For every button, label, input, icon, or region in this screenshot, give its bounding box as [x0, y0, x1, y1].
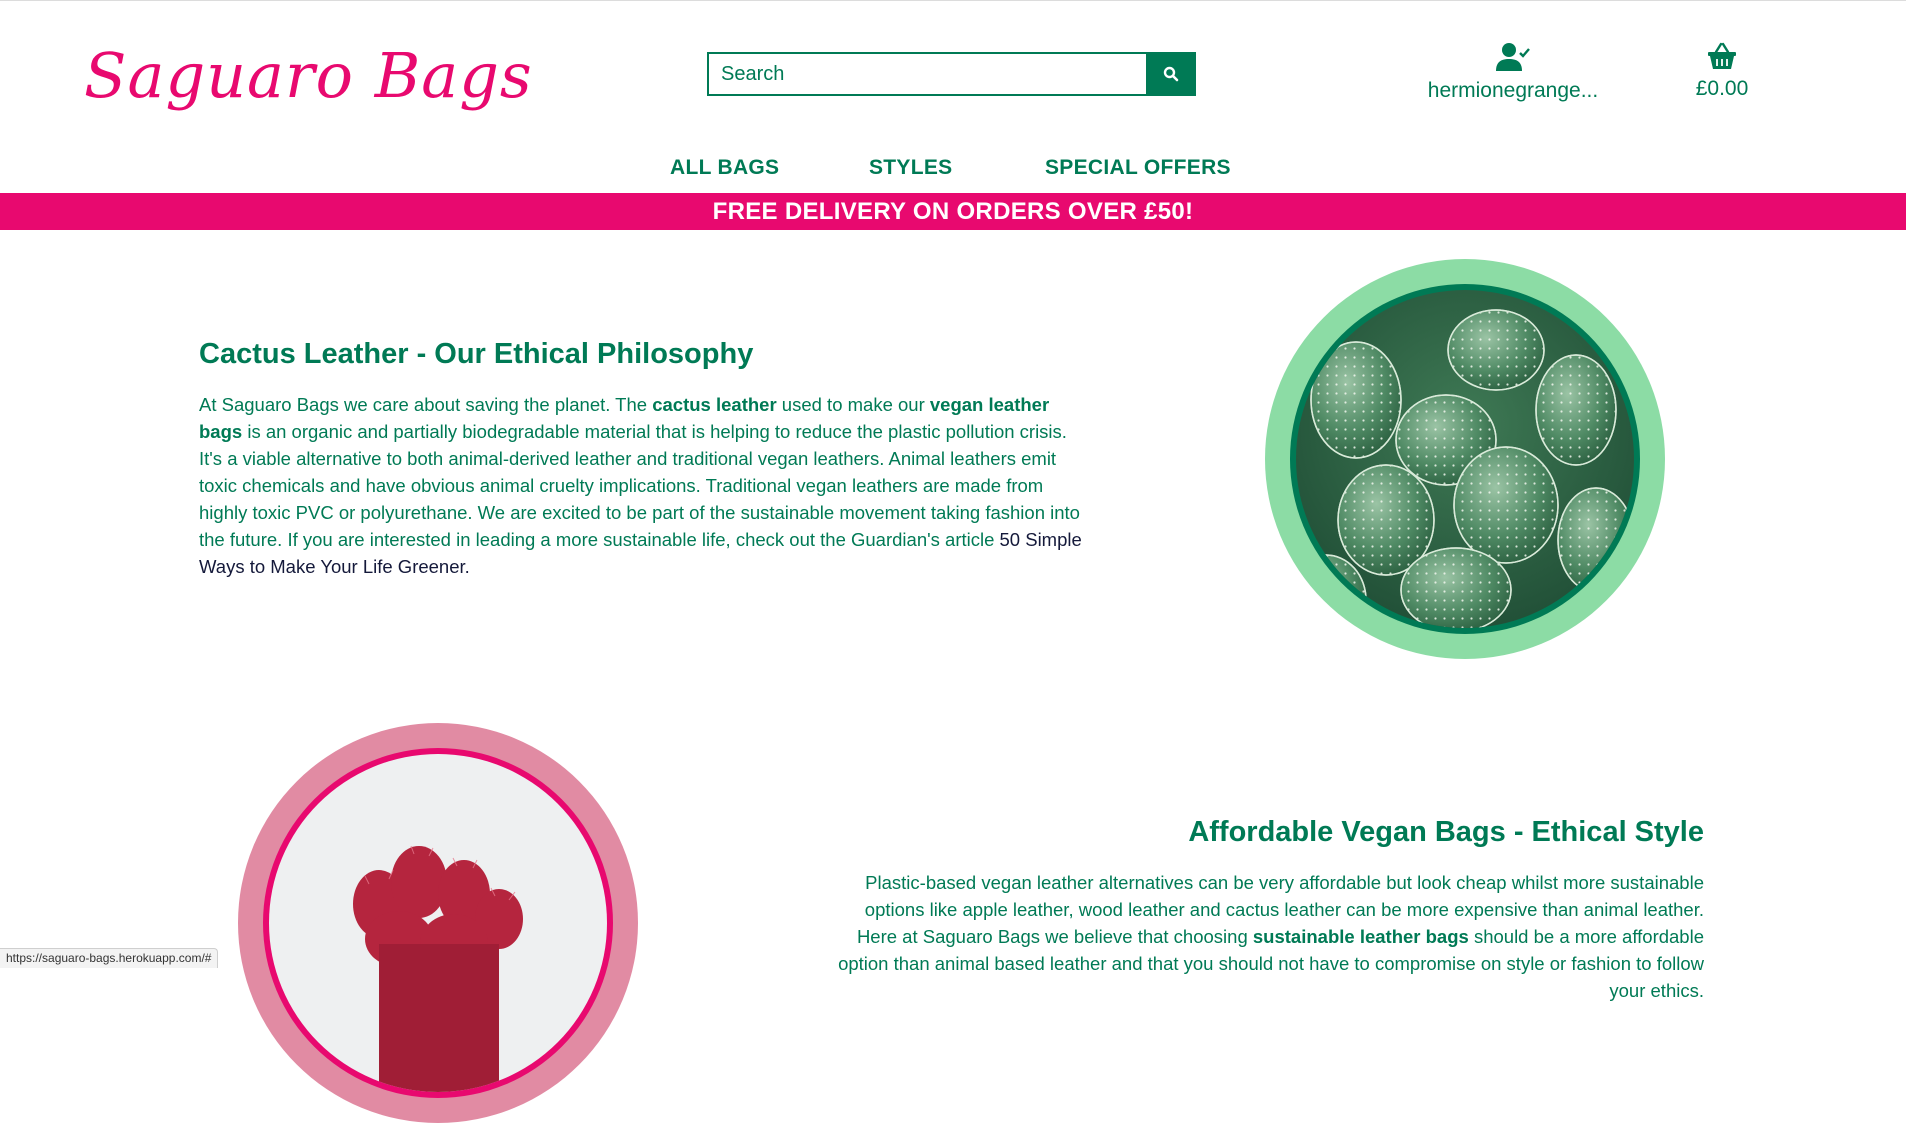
account-menu[interactable]: hermionegrange...	[1418, 42, 1608, 103]
brand-name: Saguaro Bags	[84, 38, 533, 112]
pink-cactus-image	[269, 754, 607, 1092]
search-bar	[707, 52, 1196, 96]
section1-bold-cactus-leather: cactus leather	[652, 394, 777, 415]
green-cactus-image	[1296, 290, 1634, 628]
user-check-icon	[1496, 43, 1530, 71]
section1-text: At Saguaro Bags we care about saving the…	[199, 391, 1084, 580]
delivery-banner: FREE DELIVERY ON ORDERS OVER £50!	[0, 193, 1906, 230]
top-divider	[0, 0, 1906, 1]
cactus-image-ring	[1290, 284, 1640, 634]
browser-status-url: https://saguaro-bags.herokuapp.com/#	[0, 948, 219, 968]
section1-text-part: At Saguaro Bags we care about saving the…	[199, 394, 653, 415]
section1-text-part: is an organic and partially biodegradabl…	[199, 421, 1080, 550]
basket-link[interactable]: £0.00	[1672, 42, 1772, 101]
account-username: hermionegrange...	[1427, 79, 1599, 102]
basket-total: £0.00	[1695, 77, 1749, 100]
search-input[interactable]	[707, 52, 1147, 96]
cactus-image	[1296, 290, 1634, 628]
cactus-image-frame	[1265, 259, 1665, 659]
section2-title: Affordable Vegan Bags - Ethical Style	[1188, 816, 1704, 848]
nav-styles[interactable]: STYLES	[869, 156, 952, 180]
site-logo[interactable]: Saguaro Bags	[72, 8, 532, 142]
search-button[interactable]	[1146, 52, 1196, 96]
pink-cactus-image-ring	[263, 748, 613, 1098]
section2-bold-sustainable-leather-bags: sustainable leather bags	[1252, 926, 1469, 947]
shopping-basket-icon	[1708, 42, 1736, 69]
section1-text-part: used to make our	[776, 394, 930, 415]
pink-cactus-image-frame	[238, 723, 638, 1123]
nav-special-offers[interactable]: SPECIAL OFFERS	[1045, 156, 1231, 180]
nav-all-bags[interactable]: ALL BAGS	[670, 156, 779, 180]
section1-title: Cactus Leather - Our Ethical Philosophy	[199, 338, 754, 370]
search-icon	[1163, 66, 1179, 82]
section2-text: Plastic-based vegan leather alternatives…	[824, 869, 1704, 1004]
main-nav: ALL BAGS STYLES SPECIAL OFFERS	[0, 156, 1906, 186]
red-cactus-image	[353, 845, 523, 1092]
